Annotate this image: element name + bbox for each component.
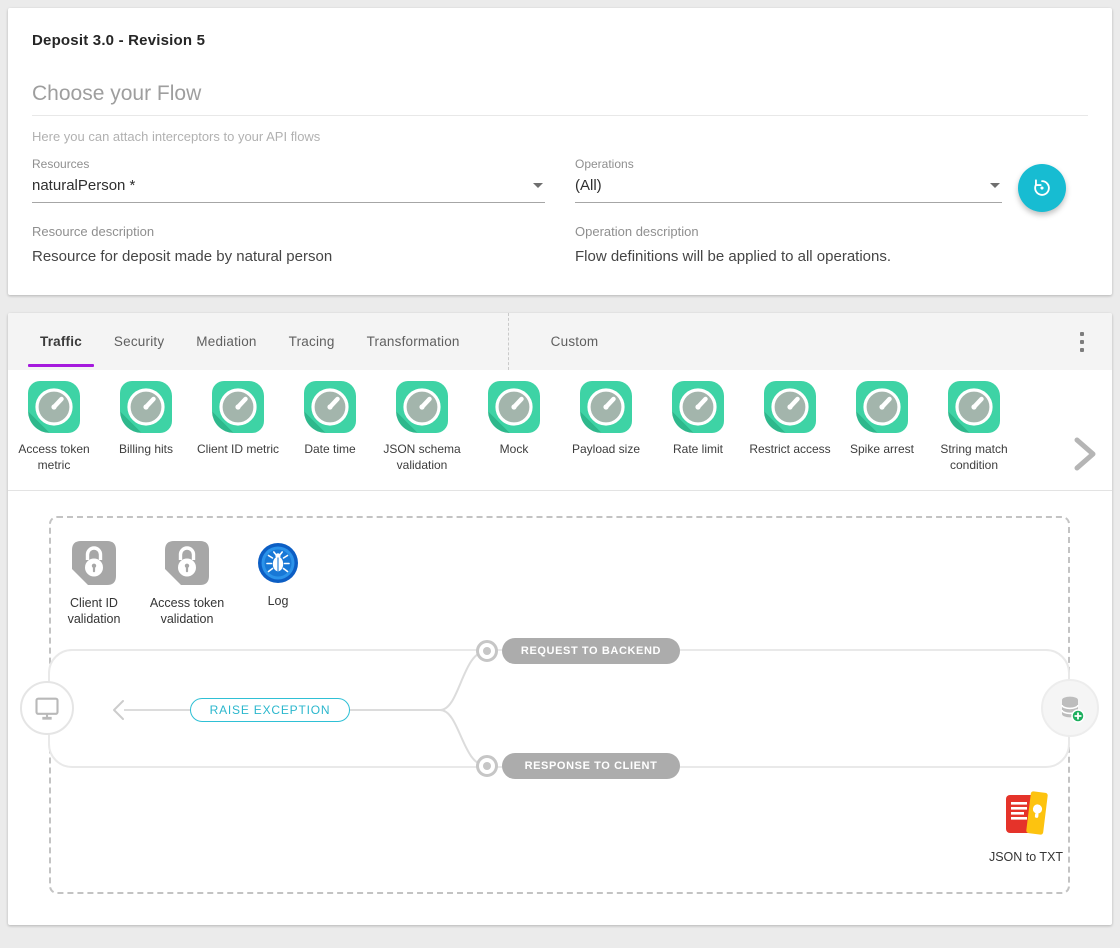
tab-tracing[interactable]: Tracing [273, 313, 351, 370]
operation-description-label: Operation description [575, 224, 1002, 239]
attached-interceptor-client-id-validation[interactable]: Client ID validation [44, 540, 144, 628]
history-restore-icon [1031, 177, 1053, 199]
operation-description-value: Flow definitions will be applied to all … [575, 248, 1002, 265]
gauge-icon [396, 381, 448, 433]
lock-icon [164, 540, 210, 586]
tab-transformation[interactable]: Transformation [351, 313, 476, 370]
backend-node[interactable] [1041, 679, 1099, 737]
request-to-backend-pill: REQUEST TO BACKEND [502, 638, 680, 664]
interceptor-label: JSON schema validation [376, 442, 468, 473]
request-connector-dot[interactable] [476, 640, 498, 662]
interceptor-string-match-condition[interactable]: String match condition [928, 381, 1020, 473]
attached-interceptor-json-to-txt[interactable]: JSON to TXT [976, 788, 1076, 865]
attached-interceptor-log[interactable]: Log [228, 542, 328, 609]
attached-interceptor-label: Access token validation [137, 595, 237, 628]
interceptor-json-schema-validation[interactable]: JSON schema validation [376, 381, 468, 473]
tab-label: Mediation [196, 334, 256, 349]
interceptor-category-tabs: Traffic Security Mediation Tracing Trans… [8, 313, 1112, 370]
response-to-client-pill: RESPONSE TO CLIENT [502, 753, 680, 779]
gauge-icon [212, 381, 264, 433]
interceptor-client-id-metric[interactable]: Client ID metric [192, 381, 284, 473]
chevron-down-icon [990, 183, 1000, 188]
gauge-icon [948, 381, 1000, 433]
gauge-icon [28, 381, 80, 433]
chevron-right-icon [1072, 437, 1098, 471]
tab-separator [508, 313, 509, 370]
api-revision-card: Deposit 3.0 - Revision 5 Choose your Flo… [8, 8, 1112, 295]
tab-traffic[interactable]: Traffic [24, 313, 98, 370]
interceptor-restrict-access[interactable]: Restrict access [744, 381, 836, 473]
tab-custom[interactable]: Custom [535, 313, 615, 370]
tab-security[interactable]: Security [98, 313, 180, 370]
interceptor-palette: Access token metric Billing hits Client … [8, 370, 1112, 491]
arrow-left-icon [111, 699, 125, 721]
operations-label: Operations [575, 157, 1002, 171]
tab-label: Security [114, 334, 164, 349]
interceptor-payload-size[interactable]: Payload size [560, 381, 652, 473]
gauge-icon [856, 381, 908, 433]
more-options-icon[interactable] [1078, 330, 1086, 354]
tab-label: Custom [551, 334, 599, 349]
database-add-icon [1054, 692, 1086, 724]
gauge-icon [120, 381, 172, 433]
resource-description-value: Resource for deposit made by natural per… [32, 248, 545, 265]
interceptor-date-time[interactable]: Date time [284, 381, 376, 473]
raise-exception-pill[interactable]: RAISE EXCEPTION [190, 698, 350, 722]
attached-interceptor-label: Client ID validation [44, 595, 144, 628]
interceptor-rate-limit[interactable]: Rate limit [652, 381, 744, 473]
resources-label: Resources [32, 157, 545, 171]
interceptor-label: Client ID metric [197, 442, 279, 458]
tab-label: Transformation [367, 334, 460, 349]
section-divider [32, 115, 1088, 116]
revision-history-button[interactable] [1018, 164, 1066, 212]
lock-icon [71, 540, 117, 586]
flow-editor-card: Traffic Security Mediation Tracing Trans… [8, 313, 1112, 925]
response-connector-dot[interactable] [476, 755, 498, 777]
interceptor-label: String match condition [928, 442, 1020, 473]
interceptor-label: Billing hits [119, 442, 173, 458]
attached-interceptor-label: Log [268, 593, 289, 609]
interceptor-label: Rate limit [673, 442, 723, 458]
gauge-icon [672, 381, 724, 433]
interceptor-label: Payload size [572, 442, 640, 458]
tab-mediation[interactable]: Mediation [180, 313, 272, 370]
monitor-icon [33, 694, 61, 722]
palette-next-button[interactable] [1072, 437, 1098, 471]
json-to-txt-icon [1000, 788, 1052, 840]
bug-icon [257, 542, 299, 584]
resource-description-label: Resource description [32, 224, 545, 239]
tab-label: Traffic [40, 334, 82, 349]
operations-select[interactable]: (All) [575, 177, 1002, 203]
interceptor-spike-arrest[interactable]: Spike arrest [836, 381, 928, 473]
flow-canvas: Client ID validation Access token valida… [8, 491, 1112, 925]
resources-value: naturalPerson * [32, 177, 533, 194]
section-title: Choose your Flow [32, 82, 1088, 106]
interceptor-label: Date time [304, 442, 355, 458]
interceptor-access-token-metric[interactable]: Access token metric [8, 381, 100, 473]
page-title: Deposit 3.0 - Revision 5 [32, 32, 1088, 49]
section-subtitle: Here you can attach interceptors to your… [32, 129, 1088, 144]
gauge-icon [304, 381, 356, 433]
interceptor-label: Access token metric [8, 442, 100, 473]
attached-interceptor-label: JSON to TXT [989, 849, 1063, 865]
gauge-icon [764, 381, 816, 433]
client-node[interactable] [20, 681, 74, 735]
interceptor-label: Spike arrest [850, 442, 914, 458]
interceptor-label: Mock [500, 442, 529, 458]
resources-select[interactable]: naturalPerson * [32, 177, 545, 203]
gauge-icon [488, 381, 540, 433]
chevron-down-icon [533, 183, 543, 188]
interceptor-billing-hits[interactable]: Billing hits [100, 381, 192, 473]
gauge-icon [580, 381, 632, 433]
interceptor-mock[interactable]: Mock [468, 381, 560, 473]
interceptor-label: Restrict access [749, 442, 830, 458]
attached-interceptor-access-token-validation[interactable]: Access token validation [137, 540, 237, 628]
tab-label: Tracing [289, 334, 335, 349]
operations-value: (All) [575, 177, 990, 194]
